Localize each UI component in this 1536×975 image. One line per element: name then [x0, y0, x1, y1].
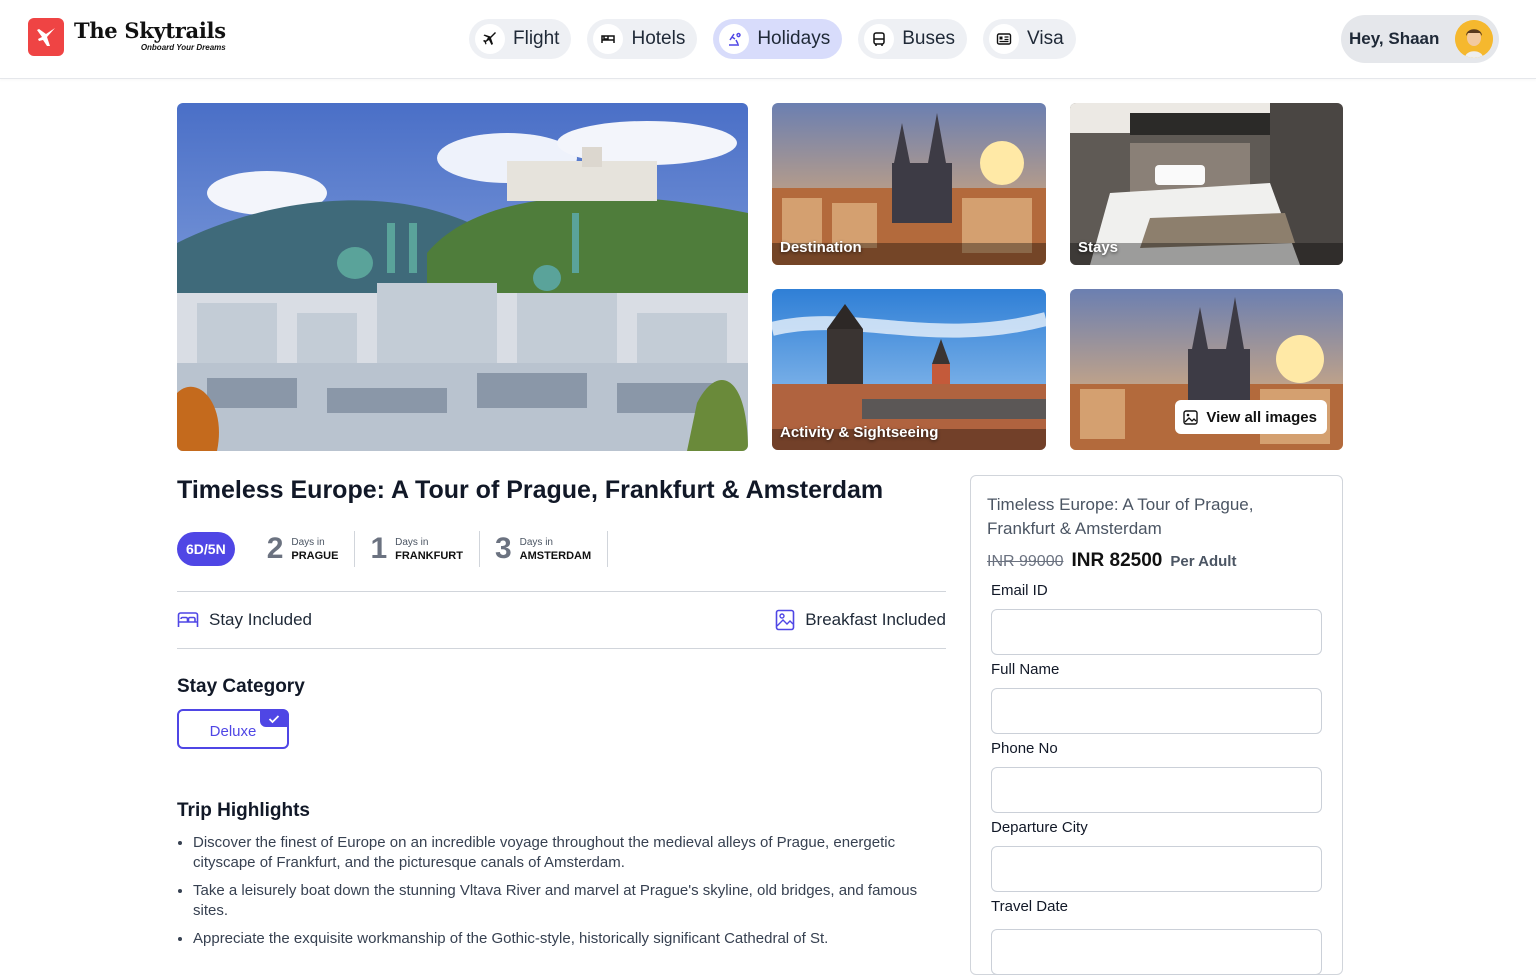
stay-category-option-deluxe[interactable]: Deluxe: [177, 709, 289, 749]
stop-label: Days in: [519, 536, 553, 548]
tile-label-destination: Destination: [780, 239, 862, 256]
brand-logo[interactable]: The Skytrails Onboard Your Dreams: [28, 18, 226, 56]
enquiry-title: Timeless Europe: A Tour of Prague, Frank…: [987, 495, 1254, 538]
duration-badge: 6D/5N: [177, 532, 235, 566]
bed-icon: [593, 24, 624, 54]
departure-city-field[interactable]: [991, 846, 1322, 892]
inclusion-label: Stay Included: [209, 610, 313, 629]
nav-buses[interactable]: Buses: [858, 19, 968, 59]
phone-label: Phone No: [991, 740, 1058, 757]
bus-icon: [864, 24, 895, 54]
inclusion-label: Breakfast Included: [805, 610, 946, 629]
travel-date-label: Travel Date: [991, 898, 1068, 915]
gallery-tile-stays[interactable]: Stays: [1070, 103, 1343, 265]
inclusion-stay: Stay Included: [177, 610, 312, 630]
image-icon: [1183, 409, 1199, 425]
full-name-label: Full Name: [991, 661, 1060, 678]
email-label: Email ID: [991, 582, 1048, 599]
phone-field[interactable]: [991, 767, 1322, 813]
top-header: The Skytrails Onboard Your Dreams Flight…: [0, 0, 1536, 79]
main-nav: Flight Hotels Holidays Buses Visa: [469, 19, 1076, 59]
nav-flight[interactable]: Flight: [469, 19, 572, 59]
nav-holidays[interactable]: Holidays: [713, 19, 843, 59]
price-unit: Per Adult: [1170, 553, 1237, 570]
nav-hotels[interactable]: Hotels: [587, 19, 698, 59]
stop-item: 1 Days in FRANKFURT: [355, 531, 480, 567]
departure-city-label: Departure City: [991, 819, 1088, 836]
stop-city: AMSTERDAM: [519, 549, 592, 562]
user-greeting: Hey, Shaan: [1349, 29, 1440, 48]
nav-label: Buses: [902, 28, 956, 49]
id-card-icon: [989, 24, 1020, 54]
inclusion-breakfast: Breakfast Included: [775, 609, 946, 631]
gallery-main-image[interactable]: [177, 103, 748, 451]
logo-plane-icon: [28, 18, 64, 56]
package-title: Timeless Europe: A Tour of Prague, Frank…: [177, 476, 884, 504]
stop-days: 1: [370, 532, 388, 565]
user-menu[interactable]: Hey, Shaan: [1341, 15, 1499, 63]
duration-row: 6D/5N 2 Days in PRAGUE 1 Days in FRANKFU…: [177, 531, 609, 567]
plane-icon: [475, 24, 505, 54]
bed-icon: [177, 612, 199, 627]
trip-highlights-heading: Trip Highlights: [177, 800, 310, 821]
view-all-label: View all images: [1206, 408, 1317, 426]
inclusions-bar: Stay Included Breakfast Included: [177, 591, 946, 649]
current-price: INR 82500: [1071, 550, 1163, 571]
travel-date-field[interactable]: [991, 929, 1322, 975]
price-row: INR 99000 INR 82500 Per Adult: [987, 550, 1236, 572]
list-item: Appreciate the exquisite workmanship of …: [193, 929, 953, 949]
nav-visa[interactable]: Visa: [983, 19, 1076, 59]
stop-city: FRANKFURT: [395, 549, 463, 562]
stop-item: 2 Days in PRAGUE: [252, 531, 356, 567]
checkmark-icon: [260, 710, 288, 727]
nav-label: Visa: [1027, 28, 1064, 49]
meal-icon: [775, 609, 795, 631]
stay-category-label: Deluxe: [209, 722, 257, 740]
old-price: INR 99000: [987, 553, 1064, 570]
view-all-images-button[interactable]: View all images: [1175, 400, 1327, 434]
gallery-tile-more[interactable]: View all images: [1070, 289, 1343, 450]
stop-label: Days in: [395, 536, 429, 548]
gallery-tile-destination[interactable]: Destination: [772, 103, 1046, 265]
beach-icon: [719, 24, 750, 54]
stop-city: PRAGUE: [291, 549, 339, 562]
list-item: Take a leisurely boat down the stunning …: [193, 881, 953, 921]
avatar: [1455, 20, 1493, 58]
stop-label: Days in: [291, 536, 325, 548]
tile-label-activity: Activity & Sightseeing: [780, 424, 939, 441]
tile-label-stays: Stays: [1078, 239, 1119, 256]
brand-tagline: Onboard Your Dreams: [140, 43, 226, 52]
gallery-tile-activity[interactable]: Activity & Sightseeing: [772, 289, 1046, 450]
nav-label: Hotels: [631, 28, 686, 49]
list-item: Discover the finest of Europe on an incr…: [193, 833, 953, 873]
stop-days: 2: [266, 532, 284, 565]
nav-label: Holidays: [757, 28, 831, 49]
brand-title: The Skytrails: [74, 18, 226, 43]
stop-item: 3 Days in AMSTERDAM: [480, 531, 609, 567]
nav-label: Flight: [513, 28, 560, 49]
stay-category-heading: Stay Category: [177, 676, 305, 697]
stop-days: 3: [494, 532, 512, 565]
full-name-field[interactable]: [991, 688, 1322, 734]
email-field[interactable]: [991, 609, 1322, 655]
highlights-list: Discover the finest of Europe on an incr…: [193, 833, 953, 957]
